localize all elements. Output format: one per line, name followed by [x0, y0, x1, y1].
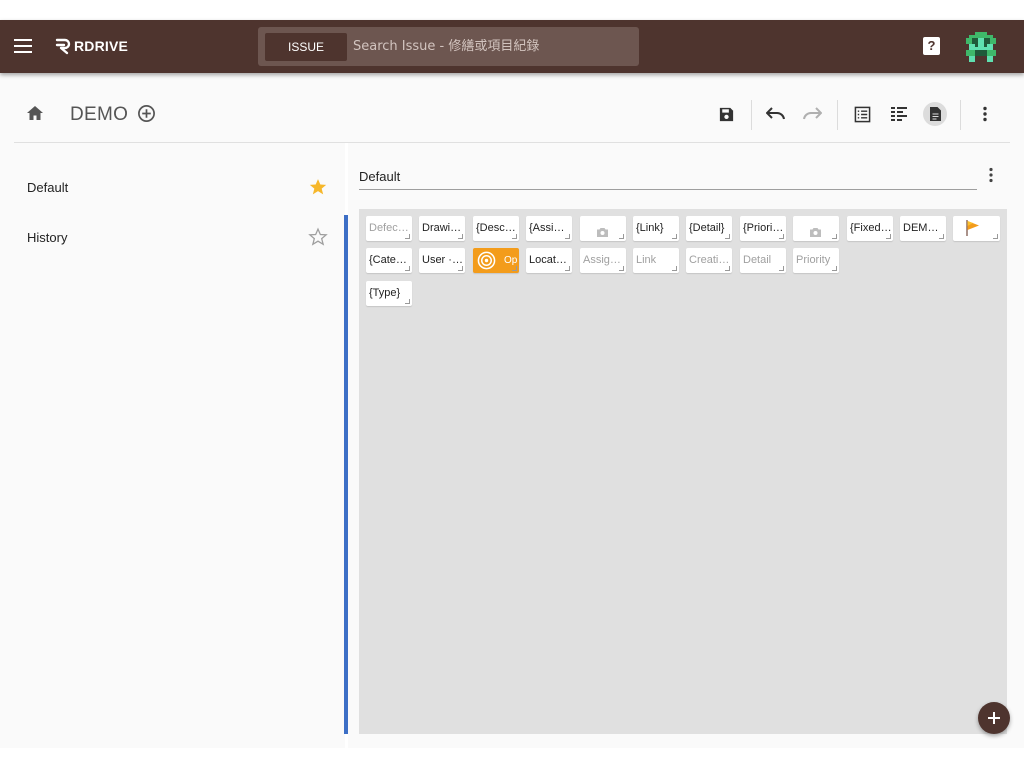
search-input[interactable] — [353, 39, 623, 54]
more-vert-icon[interactable] — [988, 167, 994, 188]
layout-title-underline — [359, 189, 977, 190]
toolbar-divider — [751, 100, 752, 130]
document-view-icon[interactable] — [923, 102, 947, 126]
logo-icon — [55, 38, 71, 55]
list-view-icon[interactable] — [851, 103, 873, 125]
field-card[interactable]: Priority — [793, 248, 839, 273]
field-card[interactable]: {Priori… — [740, 216, 786, 241]
search-bar: ISSUE — [258, 27, 639, 66]
field-card[interactable]: Link — [633, 248, 679, 273]
field-card[interactable]: {Cate… — [366, 248, 412, 273]
target-icon — [477, 251, 496, 273]
more-vert-icon[interactable] — [974, 103, 996, 125]
add-icon — [988, 712, 1000, 724]
undo-icon[interactable] — [765, 103, 787, 125]
field-card[interactable]: Locat… — [526, 248, 572, 273]
field-card[interactable]: DEM… — [900, 216, 946, 241]
star-outline-icon[interactable] — [308, 227, 328, 252]
field-card[interactable]: {Fixed… — [847, 216, 893, 241]
add-field-button[interactable] — [978, 702, 1010, 734]
field-card-flag[interactable] — [953, 216, 1000, 241]
flag-icon — [964, 219, 984, 241]
save-icon[interactable] — [715, 103, 737, 125]
sidebar-item-default[interactable]: Default — [0, 169, 340, 205]
app-logo[interactable]: RDRIVE — [54, 37, 128, 55]
field-card[interactable]: Defec… — [366, 216, 412, 241]
field-card[interactable]: {Desc… — [473, 216, 519, 241]
sidebar-item-label: History — [27, 229, 68, 245]
field-card-photo[interactable] — [580, 216, 626, 241]
home-icon[interactable] — [26, 105, 44, 126]
search-type-button[interactable]: ISSUE — [265, 32, 347, 61]
field-card[interactable]: {Type} — [366, 281, 412, 306]
project-header: DEMO — [0, 73, 1024, 143]
sidebar-item-history[interactable]: History — [0, 219, 340, 255]
field-card[interactable]: Detail — [740, 248, 786, 273]
help-icon[interactable]: ? — [923, 37, 940, 55]
field-card[interactable]: Creati… — [686, 248, 732, 273]
add-circle-icon[interactable] — [137, 104, 156, 128]
field-card[interactable]: {Link} — [633, 216, 679, 241]
field-card[interactable]: {Assi… — [526, 216, 572, 241]
status-label: Op — [504, 255, 518, 266]
field-card-status[interactable]: Op — [473, 248, 519, 273]
redo-icon[interactable] — [801, 103, 823, 125]
logo-text: RDRIVE — [74, 38, 129, 54]
project-title: DEMO — [70, 104, 129, 125]
camera-icon — [596, 223, 609, 241]
app-bar: RDRIVE ISSUE ? — [0, 20, 1024, 73]
toolbar-divider — [837, 100, 838, 130]
menu-icon[interactable] — [14, 39, 32, 53]
main-panel: Default Defec… Drawi… {Desc… {Assi… {Lin… — [348, 143, 1024, 748]
toolbar-divider — [960, 100, 961, 130]
field-card[interactable]: Drawi… — [419, 216, 465, 241]
field-card-photo[interactable] — [793, 216, 839, 241]
camera-icon — [809, 223, 822, 241]
star-filled-icon[interactable] — [308, 177, 328, 202]
field-card[interactable]: User ·… — [419, 248, 465, 273]
detail-view-icon[interactable] — [888, 103, 910, 125]
sidebar-item-label: Default — [27, 179, 69, 195]
field-layout-canvas[interactable]: Defec… Drawi… {Desc… {Assi… {Link} {Deta… — [359, 209, 1007, 734]
field-card[interactable]: Assig… — [580, 248, 626, 273]
layout-title[interactable]: Default — [359, 169, 400, 184]
avatar[interactable] — [966, 32, 996, 62]
field-card[interactable]: {Detail} — [686, 216, 732, 241]
sidebar: Default History — [0, 143, 345, 748]
